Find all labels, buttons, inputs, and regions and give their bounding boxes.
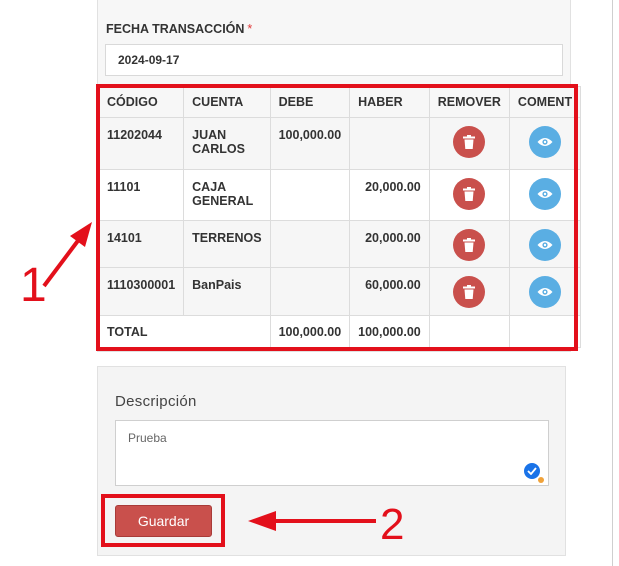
annotation-number-1: 1 xyxy=(20,259,47,312)
cell-haber xyxy=(349,117,430,170)
cell-cuenta: TERRENOS xyxy=(183,220,271,268)
save-button[interactable]: Guardar xyxy=(115,505,212,537)
cell-remover xyxy=(428,117,510,170)
total-empty-coment xyxy=(508,315,582,348)
total-haber: 100,000.00 xyxy=(349,315,430,348)
eye-icon xyxy=(537,288,553,296)
total-debe: 100,000.00 xyxy=(269,315,351,348)
cell-coment xyxy=(508,169,582,221)
total-empty-remover xyxy=(428,315,510,348)
header-remover: REMOVER xyxy=(428,86,510,118)
trash-icon xyxy=(463,285,476,299)
cell-cuenta: BanPais xyxy=(183,267,271,316)
header-haber: HABER xyxy=(349,86,430,118)
grammar-status-dot xyxy=(538,477,544,483)
eye-icon xyxy=(537,138,553,146)
remove-row-button[interactable] xyxy=(453,178,486,210)
cell-codigo: 14101 xyxy=(97,220,185,268)
view-comment-button[interactable] xyxy=(529,229,561,261)
cell-remover xyxy=(428,267,510,316)
table-header-row: CÓDIGO CUENTA DEBE HABER REMOVER COMENT xyxy=(97,86,582,118)
cell-debe xyxy=(269,169,351,221)
cell-haber: 20,000.00 xyxy=(349,220,430,268)
transaction-table: CÓDIGO CUENTA DEBE HABER REMOVER COMENT … xyxy=(97,86,582,348)
total-label: TOTAL xyxy=(98,315,271,348)
header-cuenta: CUENTA xyxy=(183,86,271,118)
table-row: 11202044 JUAN CARLOS 100,000.00 xyxy=(97,117,582,170)
view-comment-button[interactable] xyxy=(529,126,561,158)
remove-row-button[interactable] xyxy=(453,276,486,308)
table-row: 14101 TERRENOS 20,000.00 xyxy=(97,220,582,268)
cell-coment xyxy=(508,220,582,268)
page-edge-divider xyxy=(612,0,613,566)
cell-cuenta: CAJA GENERAL xyxy=(183,169,271,221)
fecha-label: FECHA TRANSACCIÓN * xyxy=(106,22,253,36)
eye-icon xyxy=(537,241,553,249)
cell-cuenta: JUAN CARLOS xyxy=(183,117,271,170)
cell-codigo: 1110300001 xyxy=(97,267,185,316)
cell-coment xyxy=(508,267,582,316)
view-comment-button[interactable] xyxy=(529,276,561,308)
grammar-check-icon[interactable] xyxy=(524,463,540,479)
cell-debe: 100,000.00 xyxy=(269,117,351,170)
view-comment-button[interactable] xyxy=(529,178,561,210)
table-row: 11101 CAJA GENERAL 20,000.00 xyxy=(97,169,582,221)
required-mark: * xyxy=(247,22,253,36)
eye-icon xyxy=(537,190,553,198)
remove-row-button[interactable] xyxy=(453,229,486,261)
cell-debe xyxy=(269,220,351,268)
cell-haber: 20,000.00 xyxy=(349,169,430,221)
remove-row-button[interactable] xyxy=(453,126,486,158)
table-total-row: TOTAL 100,000.00 100,000.00 xyxy=(98,315,582,348)
header-debe: DEBE xyxy=(269,86,351,118)
cell-codigo: 11202044 xyxy=(97,117,185,170)
trash-icon xyxy=(463,135,476,149)
cell-debe xyxy=(269,267,351,316)
cell-remover xyxy=(428,169,510,221)
table-row: 1110300001 BanPais 60,000.00 xyxy=(97,267,582,316)
cell-remover xyxy=(428,220,510,268)
header-codigo: CÓDIGO xyxy=(97,86,185,118)
description-textarea[interactable]: Prueba xyxy=(115,420,549,486)
trash-icon xyxy=(463,238,476,252)
trash-icon xyxy=(463,187,476,201)
cell-coment xyxy=(508,117,582,170)
fecha-input[interactable]: 2024-09-17 xyxy=(105,44,563,76)
arrow-1-icon xyxy=(42,222,92,288)
annotation-number-2: 2 xyxy=(380,500,405,549)
cell-codigo: 11101 xyxy=(97,169,185,221)
cell-haber: 60,000.00 xyxy=(349,267,430,316)
description-label: Descripción xyxy=(115,393,197,410)
header-coment: COMENT xyxy=(508,86,582,118)
